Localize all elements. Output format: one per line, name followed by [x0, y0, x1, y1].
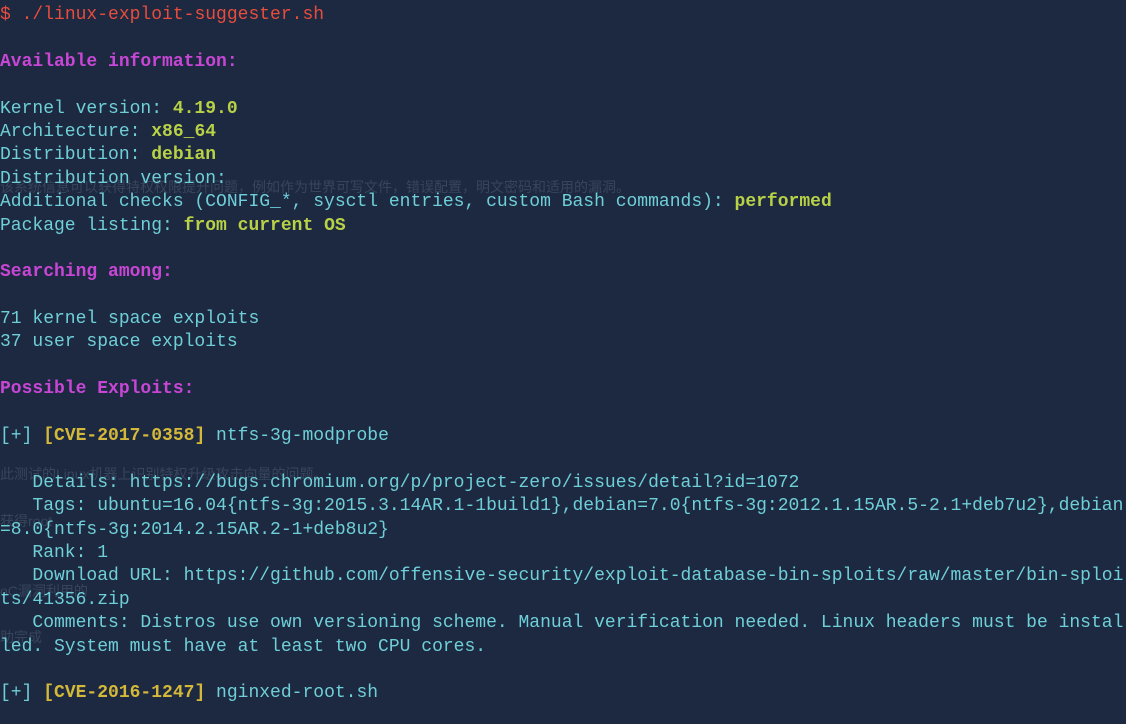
exploit-plus-marker: [+] — [0, 426, 43, 446]
possible-exploits-header: Possible Exploits: — [0, 378, 1126, 401]
exploit-plus-marker: [+] — [0, 683, 43, 703]
prompt-symbol: $ — [0, 5, 22, 25]
blank-line — [0, 355, 1126, 378]
command-text: ./linux-exploit-suggester.sh — [22, 5, 324, 25]
arch-value: x86_64 — [151, 122, 216, 142]
blank-line — [0, 74, 1126, 97]
kernel-exploits-count: 71 kernel space exploits — [0, 308, 1126, 331]
package-value: from current OS — [184, 216, 346, 236]
additional-value: performed — [735, 192, 832, 212]
package-label: Package listing: — [0, 216, 184, 236]
package-listing-line: Package listing: from current OS — [0, 215, 1126, 238]
kernel-value: 4.19.0 — [173, 99, 238, 119]
exploit-1-rank: Rank: 1 — [0, 542, 1126, 565]
available-info-header: Available information: — [0, 51, 1126, 74]
blank-line — [0, 659, 1126, 682]
additional-checks-line: Additional checks (CONFIG_*, sysctl entr… — [0, 191, 1126, 214]
blank-line — [0, 448, 1126, 471]
searching-header: Searching among: — [0, 261, 1126, 284]
command-line: $ ./linux-exploit-suggester.sh — [0, 4, 1126, 27]
exploit-1-name: ntfs-3g-modprobe — [205, 426, 389, 446]
exploit-2-title: [+] [CVE-2016-1247] nginxed-root.sh — [0, 682, 1126, 705]
kernel-version-line: Kernel version: 4.19.0 — [0, 98, 1126, 121]
exploit-2-cve: [CVE-2016-1247] — [43, 683, 205, 703]
additional-label: Additional checks (CONFIG_*, sysctl entr… — [0, 192, 735, 212]
distro-value: debian — [151, 145, 216, 165]
blank-line — [0, 402, 1126, 425]
distro-version-label: Distribution version: — [0, 169, 238, 189]
blank-line — [0, 238, 1126, 261]
exploit-1-details: Details: https://bugs.chromium.org/p/pro… — [0, 472, 1126, 495]
blank-line — [0, 285, 1126, 308]
exploit-1-download: Download URL: https://github.com/offensi… — [0, 565, 1126, 612]
terminal-output: $ ./linux-exploit-suggester.sh Available… — [0, 4, 1126, 706]
distro-version-line: Distribution version: — [0, 168, 1126, 191]
exploit-1-comments: Comments: Distros use own versioning sch… — [0, 612, 1126, 659]
blank-line — [0, 27, 1126, 50]
kernel-label: Kernel version: — [0, 99, 173, 119]
architecture-line: Architecture: x86_64 — [0, 121, 1126, 144]
exploit-1-title: [+] [CVE-2017-0358] ntfs-3g-modprobe — [0, 425, 1126, 448]
exploit-2-name: nginxed-root.sh — [205, 683, 378, 703]
exploit-1-cve: [CVE-2017-0358] — [43, 426, 205, 446]
exploit-1-tags: Tags: ubuntu=16.04{ntfs-3g:2015.3.14AR.1… — [0, 495, 1126, 542]
user-exploits-count: 37 user space exploits — [0, 331, 1126, 354]
arch-label: Architecture: — [0, 122, 151, 142]
distro-label: Distribution: — [0, 145, 151, 165]
distribution-line: Distribution: debian — [0, 144, 1126, 167]
